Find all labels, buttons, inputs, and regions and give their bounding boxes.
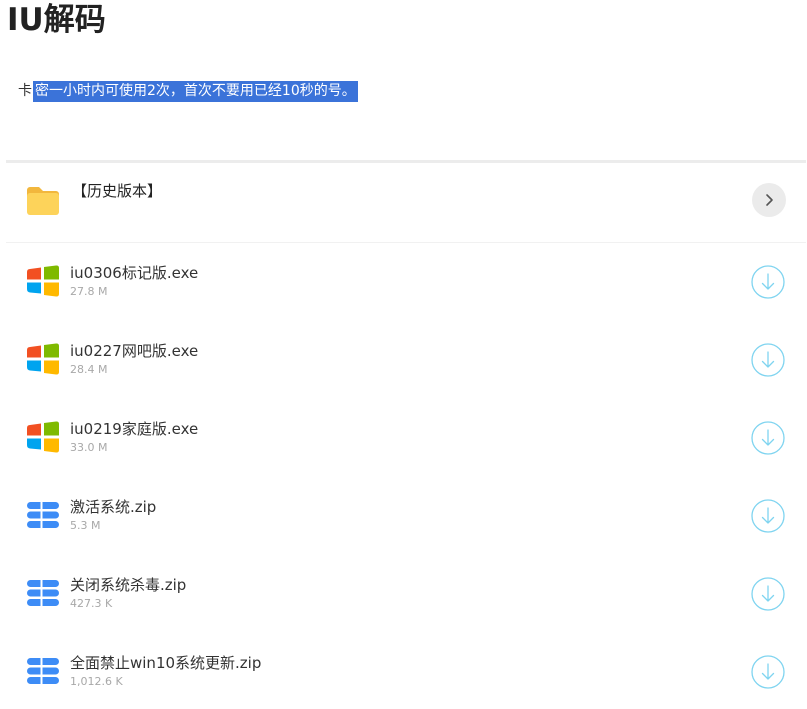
download-button[interactable] — [751, 655, 785, 689]
file-row[interactable]: 关闭系统杀毒.zip 427.3 K — [6, 555, 806, 633]
file-row[interactable]: 激活系统.zip 5.3 M — [6, 477, 806, 555]
folder-row-history[interactable]: 【历史版本】 — [6, 163, 806, 243]
download-icon — [751, 265, 785, 299]
folder-icon — [25, 183, 61, 219]
page-title: IU解码 — [7, 2, 106, 38]
file-size: 28.4 M — [70, 363, 108, 376]
file-name: iu0219家庭版.exe — [70, 420, 199, 438]
file-size: 427.3 K — [70, 597, 113, 610]
file-row[interactable]: iu0306标记版.exe 27.8 M — [6, 243, 806, 321]
open-folder-button[interactable] — [752, 183, 786, 217]
file-size: 27.8 M — [70, 285, 108, 298]
file-name: 全面禁止win10系统更新.zip — [70, 654, 262, 672]
file-row[interactable]: iu0219家庭版.exe 33.0 M — [6, 399, 806, 477]
download-button[interactable] — [751, 265, 785, 299]
notice-selected-text: 密一小时内可使用2次，首次不要用已经10秒的号。 — [33, 81, 358, 102]
file-size: 33.0 M — [70, 441, 108, 454]
windows-icon — [25, 419, 61, 455]
file-name: iu0227网吧版.exe — [70, 342, 199, 360]
download-button[interactable] — [751, 499, 785, 533]
notice-lead: 卡 — [18, 83, 32, 99]
archive-icon — [25, 575, 61, 611]
chevron-right-icon — [766, 194, 773, 206]
folder-label: 【历史版本】 — [72, 182, 163, 200]
download-icon — [751, 343, 785, 377]
file-list: 【历史版本】 iu0306标记版.exe 27.8 M iu0227网吧版.ex… — [6, 163, 806, 709]
archive-icon — [25, 497, 61, 533]
archive-icon — [25, 653, 61, 689]
download-icon — [751, 577, 785, 611]
download-button[interactable] — [751, 421, 785, 455]
file-name: 关闭系统杀毒.zip — [70, 576, 187, 594]
file-size: 5.3 M — [70, 519, 101, 532]
download-button[interactable] — [751, 577, 785, 611]
windows-icon — [25, 263, 61, 299]
download-icon — [751, 655, 785, 689]
page: IU解码 卡密一小时内可使用2次，首次不要用已经10秒的号。 【历史版本】 iu… — [0, 0, 807, 709]
file-size: 1,012.6 K — [70, 675, 123, 688]
file-name: 激活系统.zip — [70, 498, 157, 516]
file-name: iu0306标记版.exe — [70, 264, 199, 282]
file-row[interactable]: 全面禁止win10系统更新.zip 1,012.6 K — [6, 633, 806, 709]
download-icon — [751, 499, 785, 533]
download-icon — [751, 421, 785, 455]
notice-text: 卡密一小时内可使用2次，首次不要用已经10秒的号。 — [18, 78, 358, 104]
windows-icon — [25, 341, 61, 377]
download-button[interactable] — [751, 343, 785, 377]
file-row[interactable]: iu0227网吧版.exe 28.4 M — [6, 321, 806, 399]
